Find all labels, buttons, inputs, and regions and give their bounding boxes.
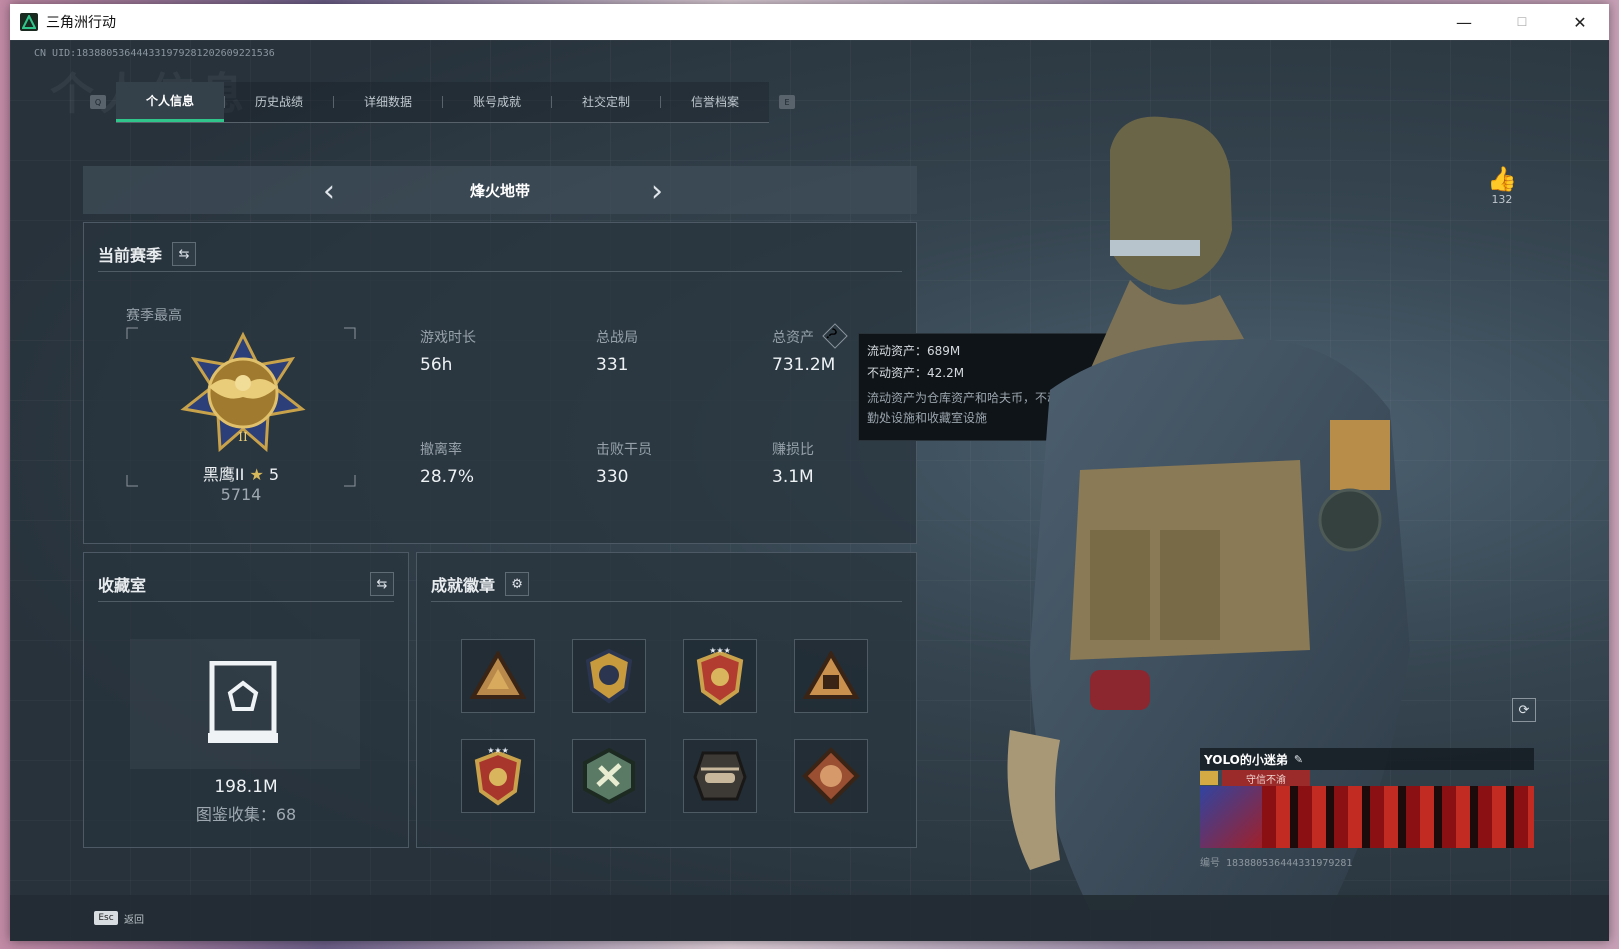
close-button[interactable]: ✕ [1551,4,1609,40]
assets-help-icon[interactable]: ? [822,323,848,349]
collection-panel: 收藏室 ⇆ 198.1M 图鉴收集：68 [83,552,409,848]
dragon-badge-icon [802,747,860,805]
window-title: 三角洲行动 [46,14,116,30]
tab-personal-info[interactable]: 个人信息 [116,81,224,122]
rank-emblem-icon: II [180,331,306,453]
achievements-panel: 成就徽章 ⚙ ★★★ ★★★ [416,552,917,848]
mode-next-button[interactable]: › [651,174,663,209]
maximize-button[interactable]: ☐ [1493,4,1551,40]
like-group[interactable]: 👍 132 [1487,165,1517,206]
rank-stars: 5 [268,465,280,484]
achievements-title: 成就徽章 [431,576,496,595]
rank-star-icon: ★ [249,465,264,484]
collection-value: 198.1M [214,777,278,797]
player-card: YOLO的小迷弟 ✎ 守信不渝 编号 18388053644433197928​… [1200,748,1534,869]
game-screen: 个人信息 CN UID:1838805364443319792812026092… [10,40,1609,941]
season-title: 当前赛季 [98,246,163,265]
uid-text: CN UID:1838805364443319792812026092215​3… [34,48,275,59]
stat-kills-label: 击败干员 [596,442,652,458]
mode-selector: ‹ 烽火地带 › [83,166,917,214]
player-tag-row: 守信不渝 [1200,769,1534,787]
stat-matches-value: 331 [596,355,629,375]
minimize-button[interactable]: — [1435,4,1493,40]
hexagon-tools-badge-icon [583,747,635,805]
vault-icon [208,661,278,743]
stat-profit-label: 赚损比 [772,442,814,458]
svg-text:★★★: ★★★ [709,646,731,655]
stat-playtime-value: 56h [420,355,453,375]
player-name: YOLO的小迷弟 [1204,752,1288,767]
season-swap-button[interactable]: ⇆ [172,242,197,266]
tab-social[interactable]: 社交定制 [552,82,660,122]
stat-playtime-label: 游戏时长 [420,330,476,346]
badge-2[interactable] [572,639,646,713]
app-window: 三角洲行动 — ☐ ✕ 个人信息 CN UID:1838805364443319… [10,4,1609,941]
title-bar: 三角洲行动 — ☐ ✕ [10,4,1609,40]
app-logo-icon [20,13,38,31]
stat-profit-value: 3.1M [772,467,814,487]
stat-extract-label: 撤离率 [420,442,462,458]
badge-6[interactable] [572,739,646,813]
rank-name: 黑鹰II [202,465,245,484]
svg-text:II: II [238,430,248,444]
badge-7[interactable] [683,739,757,813]
player-banner[interactable] [1200,786,1534,848]
season-best-label: 赛季最高 [126,308,182,324]
tab-achievements[interactable]: 账号成就 [443,82,551,122]
back-label[interactable]: 返回 [124,911,144,926]
edit-name-icon[interactable]: ✎ [1294,753,1303,766]
eagle-shield-badge-icon: ★★★ [474,746,522,806]
avatar[interactable] [1200,786,1262,848]
banner-image [1262,786,1534,848]
rank-points: 5714 [220,485,262,504]
triangle-fist-badge-icon [803,651,859,699]
tab-history[interactable]: 历史战绩 [225,82,333,122]
like-count: 132 [1491,193,1513,206]
collection-title: 收藏室 [98,576,147,595]
stat-kills-value: 330 [596,467,629,487]
badge-1[interactable] [461,639,535,713]
player-name-row: YOLO的小迷弟 ✎ [1200,748,1534,770]
stat-assets-value: 731.2M [772,355,836,375]
player-tag: 守信不渝 [1222,769,1310,787]
stat-matches-label: 总战局 [596,330,638,346]
mode-title: 烽火地带 [469,181,530,200]
svg-text:★★★: ★★★ [487,746,509,755]
badge-8[interactable] [794,739,868,813]
mode-prev-button[interactable]: ‹ [323,174,335,209]
stat-extract-value: 28.7% [420,467,475,487]
bottom-bar: Esc 返回 [10,895,1609,941]
season-panel: 当前赛季 ⇆ 赛季最高 II 黑鹰II ★ 5 5714 游戏时长 56h 总战… [83,222,917,544]
badge-4[interactable] [794,639,868,713]
badge-3[interactable]: ★★★ [683,639,757,713]
esc-key[interactable]: Esc [94,911,118,925]
triangle-badge-icon [470,651,526,699]
key-e-hint: E [779,95,795,109]
rank-name-row: 黑鹰II ★ 5 [126,461,356,485]
shield-wings-badge-icon [585,648,633,704]
tabs: 个人信息 历史战绩 详细数据 账号成就 社交定制 信誉档案 [116,81,769,123]
badge-5[interactable]: ★★★ [461,739,535,813]
helicopter-badge-icon [693,751,747,801]
tab-credit[interactable]: 信誉档案 [661,82,769,122]
achievements-settings-button[interactable]: ⚙ [505,572,530,596]
tab-bar: Q 个人信息 历史战绩 详细数据 账号成就 社交定制 信誉档案 E [80,81,805,123]
stat-assets-label: 总资产 [772,330,814,346]
player-id: 编号 18388053644433197928​1 [1200,858,1353,869]
tag-emblem-icon [1200,771,1218,785]
collection-swap-button[interactable]: ⇆ [370,572,394,596]
collection-count: 图鉴收集：68 [195,805,297,824]
tab-details[interactable]: 详细数据 [334,82,442,122]
star-shield-badge-icon: ★★★ [696,646,744,706]
refresh-icon[interactable]: ⟳ [1512,698,1536,722]
key-q-hint: Q [90,95,106,109]
thumbs-up-icon[interactable]: 👍 [1487,165,1517,193]
